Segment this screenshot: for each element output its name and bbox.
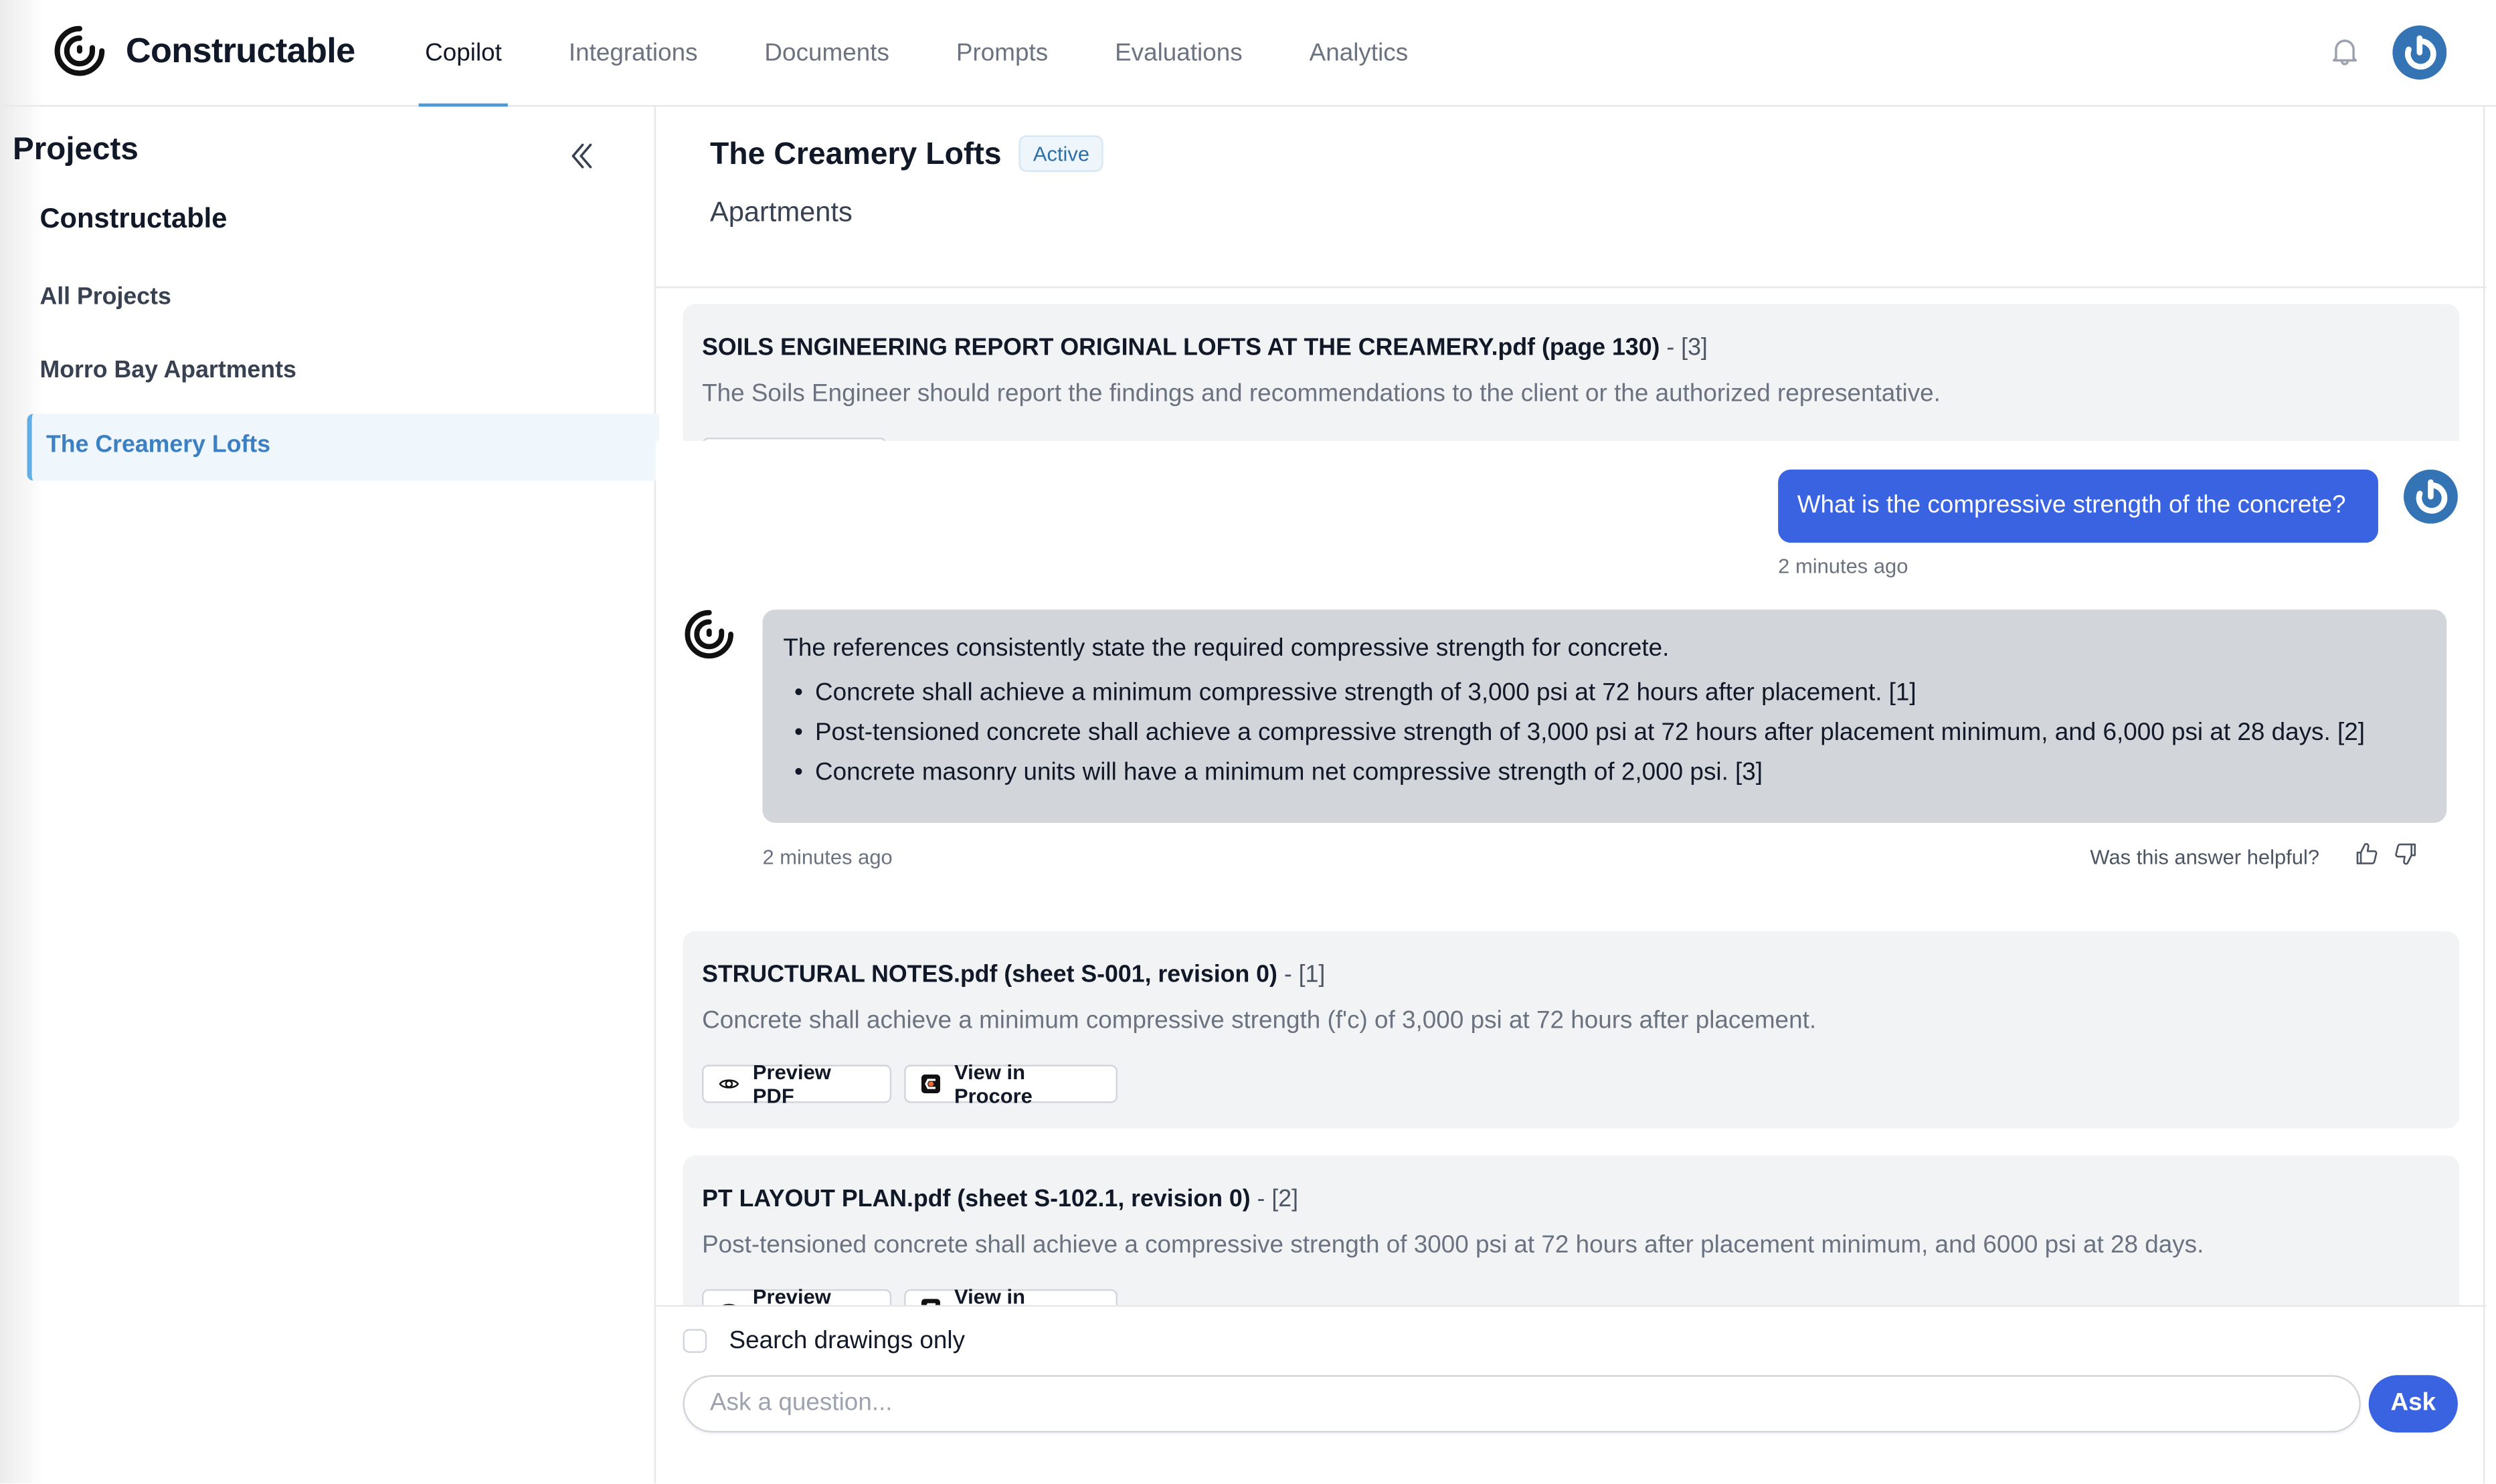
answer-bullet: Concrete shall achieve a minimum compres… — [794, 680, 2426, 719]
answer-timestamp: 2 minutes ago — [762, 845, 893, 869]
projects-sidebar: Projects Constructable All Projects Morr… — [0, 106, 659, 1484]
preview-pdf-button[interactable]: Preview PDF — [702, 1060, 892, 1108]
tab-analytics[interactable]: Analytics — [1276, 0, 1441, 105]
user-avatar-icon[interactable] — [2392, 25, 2447, 80]
double-chevron-left-icon[interactable] — [565, 138, 600, 173]
top-nav-bar: Constructable Copilot Integrations Docum… — [0, 0, 2496, 107]
button-label: Preview PDF — [752, 1060, 831, 1108]
status-badge: Active — [1018, 135, 1104, 172]
scrollbar-gutter[interactable] — [2483, 106, 2485, 1484]
citation-ref: - [1] — [1277, 961, 1326, 989]
citation-excerpt: The Soils Engineer should report the fin… — [702, 380, 1941, 407]
copilot-main: The Creamery Lofts Active Apartments SOI… — [656, 106, 2487, 1484]
button-label: Preview PDF — [752, 1284, 831, 1305]
answer-bullet: Post-tensioned concrete shall achieve a … — [794, 719, 2426, 759]
tab-prompts[interactable]: Prompts — [923, 0, 1081, 105]
preview-pdf-button[interactable]: Preview PDF — [702, 1285, 892, 1305]
answer-list: Concrete shall achieve a minimum compres… — [783, 680, 2426, 799]
constructable-logo-icon — [685, 610, 734, 659]
sidebar-item-the-creamery-lofts[interactable]: The Creamery Lofts — [27, 413, 659, 481]
answer-bullet: Concrete masonry units will have a minim… — [794, 759, 2426, 799]
citation-card: STRUCTURAL NOTES.pdf (sheet S-001, revis… — [683, 931, 2460, 1129]
sidebar-organization: Constructable — [39, 202, 228, 234]
button-label: View in Procore — [954, 1284, 1026, 1305]
constructable-logo-icon — [54, 25, 105, 76]
citation-card: PT LAYOUT PLAN.pdf (sheet S-102.1, revis… — [683, 1155, 2460, 1305]
page-title: The Creamery Lofts — [709, 136, 1002, 172]
assistant-answer: The references consistently state the re… — [762, 610, 2447, 823]
citation-title[interactable]: STRUCTURAL NOTES.pdf (sheet S-001, revis… — [702, 961, 1325, 988]
question-composer: Search drawings only Ask — [656, 1305, 2487, 1484]
eye-icon — [719, 1079, 739, 1089]
tab-integrations[interactable]: Integrations — [535, 0, 731, 105]
answer-intro: The references consistently state the re… — [783, 635, 1670, 662]
procore-logo-icon — [921, 1299, 940, 1305]
sidebar-item-label: The Creamery Lofts — [46, 431, 271, 459]
app-window: Constructable Copilot Integrations Docum… — [0, 0, 2496, 1484]
citation-excerpt: Concrete shall achieve a minimum compres… — [702, 1007, 1817, 1035]
chat-scroll-area[interactable]: SOILS ENGINEERING REPORT ORIGINAL LOFTS … — [656, 288, 2487, 1305]
view-in-procore-button[interactable]: View in Procore — [904, 1285, 1118, 1305]
citation-title[interactable]: PT LAYOUT PLAN.pdf (sheet S-102.1, revis… — [702, 1186, 1298, 1212]
tab-copilot[interactable]: Copilot — [391, 0, 535, 107]
sidebar-item-all-projects[interactable]: All Projects — [27, 266, 654, 333]
tab-evaluations[interactable]: Evaluations — [1081, 0, 1276, 105]
feedback-prompt: Was this answer helpful? — [2090, 845, 2320, 869]
brand-name: Constructable — [125, 30, 355, 70]
brand[interactable]: Constructable — [53, 24, 355, 78]
eye-icon — [722, 1303, 735, 1305]
view-in-procore-button[interactable]: View in Procore — [904, 1060, 1118, 1108]
thumbs-up-icon[interactable] — [2353, 840, 2380, 867]
bell-icon[interactable] — [2327, 33, 2362, 68]
sidebar-item-morro-bay-apartments[interactable]: Morro Bay Apartments — [27, 339, 654, 406]
citation-ref: - [2] — [1250, 1186, 1299, 1213]
thumbs-down-icon[interactable] — [2392, 840, 2419, 867]
sidebar-title: Projects — [13, 132, 139, 167]
citation-excerpt: Post-tensioned concrete shall achieve a … — [702, 1232, 2204, 1259]
search-drawings-only-checkbox[interactable] — [683, 1329, 707, 1354]
project-header: The Creamery Lofts Active Apartments — [656, 106, 2487, 288]
user-message-timestamp: 2 minutes ago — [1778, 553, 1908, 578]
ask-button[interactable]: Ask — [2368, 1375, 2458, 1432]
tab-documents[interactable]: Documents — [731, 0, 922, 105]
button-label: View in Procore — [954, 1060, 1033, 1108]
user-avatar-icon — [2404, 469, 2458, 524]
ask-question-input[interactable] — [683, 1375, 2361, 1432]
citation-title[interactable]: SOILS ENGINEERING REPORT ORIGINAL LOFTS … — [702, 335, 1708, 361]
sidebar-item-label: Morro Bay Apartments — [39, 356, 296, 384]
procore-logo-icon — [921, 1074, 940, 1093]
project-type: Apartments — [709, 195, 853, 228]
citation-ref: - [3] — [1660, 334, 1708, 361]
main-nav: Copilot Integrations Documents Prompts E… — [391, 0, 1441, 107]
search-drawings-only-label[interactable]: Search drawings only — [729, 1327, 966, 1356]
sidebar-item-label: All Projects — [39, 283, 171, 310]
user-message: What is the compressive strength of the … — [1778, 469, 2378, 543]
